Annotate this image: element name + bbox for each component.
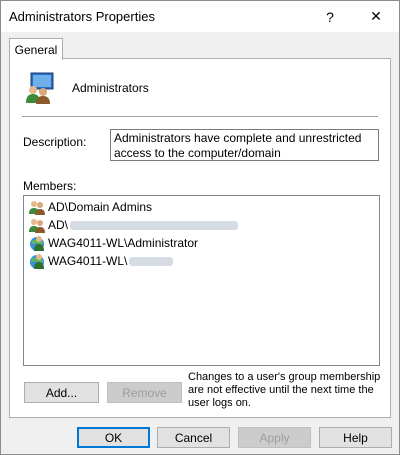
redacted-text: [129, 256, 174, 266]
divider: [22, 116, 378, 117]
list-item[interactable]: WAG4011-WL\: [28, 252, 174, 270]
group-name: Administrators: [72, 81, 149, 95]
users-group-icon: [26, 72, 54, 104]
member-name: AD\: [48, 218, 69, 232]
question-mark-icon: ?: [326, 8, 334, 25]
description-label: Description:: [23, 135, 87, 149]
close-icon: ✕: [370, 8, 382, 24]
title-bar[interactable]: Administrators Properties ? ✕: [1, 1, 399, 32]
group-icon: [29, 201, 45, 215]
list-item[interactable]: AD\Domain Admins: [28, 198, 152, 216]
cancel-button[interactable]: Cancel: [157, 427, 230, 448]
apply-button[interactable]: Apply: [238, 427, 311, 448]
tab-general[interactable]: General: [9, 38, 63, 60]
list-item[interactable]: WAG4011-WL\Administrator: [28, 234, 198, 252]
tab-label: General: [14, 42, 58, 57]
list-item[interactable]: AD\: [28, 216, 239, 234]
members-list[interactable]: AD\Domain Admins AD\ WAG4011-WL\Administ…: [23, 195, 380, 366]
window-title: Administrators Properties: [9, 9, 155, 24]
help-title-button[interactable]: ?: [308, 1, 352, 32]
membership-note: Changes to a user's group membership are…: [188, 371, 381, 409]
description-field[interactable]: Administrators have complete and unrestr…: [110, 129, 379, 161]
member-name: WAG4011-WL\: [48, 254, 128, 268]
remove-button[interactable]: Remove: [107, 382, 182, 403]
redacted-text: [70, 220, 239, 230]
member-name: AD\Domain Admins: [48, 200, 153, 214]
user-icon: [30, 254, 44, 269]
user-icon: [30, 236, 44, 251]
member-name: WAG4011-WL\Administrator: [48, 236, 199, 250]
general-panel: Administrators Description: Administrato…: [9, 58, 391, 418]
close-button[interactable]: ✕: [354, 1, 398, 32]
ok-button[interactable]: OK: [77, 427, 150, 448]
group-icon: [29, 219, 45, 233]
properties-dialog: Administrators Properties ? ✕ General Ad…: [0, 0, 400, 455]
add-button[interactable]: Add...: [24, 382, 99, 403]
help-button[interactable]: Help: [319, 427, 392, 448]
members-label: Members:: [23, 179, 77, 193]
